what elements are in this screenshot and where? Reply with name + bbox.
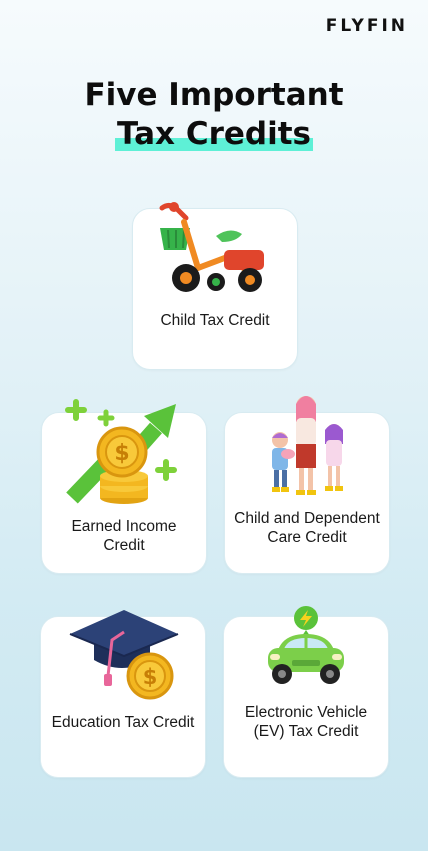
card-label: Education Tax Credit <box>51 714 195 731</box>
brand-logo: FLYFIN <box>325 16 408 36</box>
coin-growth-icon: $ <box>65 399 177 504</box>
electric-car-icon <box>268 606 344 684</box>
page-title: Five Important Tax Credits <box>0 76 428 154</box>
svg-text:$: $ <box>114 441 129 466</box>
card-label: Electronic Vehicle (EV) Tax Credit <box>244 704 368 740</box>
title-line-1: Five Important <box>84 77 344 113</box>
family-icon <box>272 396 343 495</box>
svg-text:$: $ <box>143 665 158 689</box>
card-label: Child and Dependent Care Credit <box>234 510 380 546</box>
graduation-cap-icon: $ <box>69 610 179 700</box>
title-line-2: Tax Credits <box>114 116 314 152</box>
card-label: Child Tax Credit <box>160 312 270 329</box>
card-label: Earned Income Credit <box>71 518 177 554</box>
tricycle-icon <box>159 202 264 292</box>
